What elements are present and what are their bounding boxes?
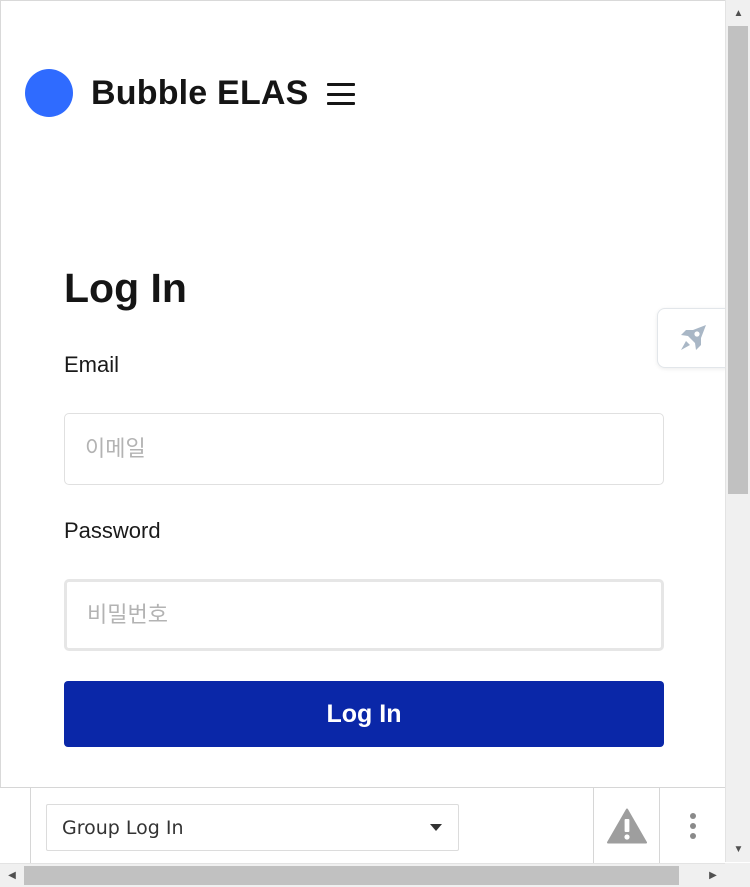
vertical-scroll-thumb[interactable]: [728, 26, 748, 494]
rocket-icon: [681, 325, 706, 350]
chevron-down-icon: [430, 824, 442, 831]
email-label: Email: [64, 352, 120, 377]
warning-icon: [607, 808, 647, 844]
scroll-right-arrow-icon[interactable]: ▶: [703, 864, 723, 887]
hamburger-menu-icon[interactable]: [327, 83, 355, 105]
floating-widget-button[interactable]: [657, 308, 725, 368]
scroll-down-arrow-icon[interactable]: ▼: [726, 839, 750, 859]
more-vertical-icon: [689, 813, 696, 839]
horizontal-scrollbar[interactable]: ◀ ▶: [0, 863, 725, 887]
warning-button[interactable]: [594, 788, 660, 864]
email-input[interactable]: [64, 413, 664, 485]
divider: [30, 788, 31, 864]
group-select-value: Group Log In: [62, 816, 184, 839]
page-viewport: Bubble ELAS Log In Email Password Log In: [0, 0, 725, 787]
logo-circle: [25, 69, 73, 117]
group-select-dropdown[interactable]: Group Log In: [46, 804, 459, 851]
login-heading: Log In: [64, 265, 187, 311]
password-input[interactable]: [64, 579, 664, 651]
scroll-left-arrow-icon[interactable]: ◀: [2, 864, 22, 887]
app-title: Bubble ELAS: [91, 74, 309, 112]
more-options-button[interactable]: [660, 788, 725, 864]
password-label: Password: [64, 518, 161, 543]
horizontal-scroll-thumb[interactable]: [24, 866, 679, 885]
debugger-bar: Group Log In: [0, 787, 725, 864]
scrollbar-corner: [725, 863, 750, 887]
scroll-up-arrow-icon[interactable]: ▲: [726, 3, 750, 23]
login-button[interactable]: Log In: [64, 681, 664, 747]
vertical-scrollbar[interactable]: ▲ ▼: [725, 0, 750, 862]
